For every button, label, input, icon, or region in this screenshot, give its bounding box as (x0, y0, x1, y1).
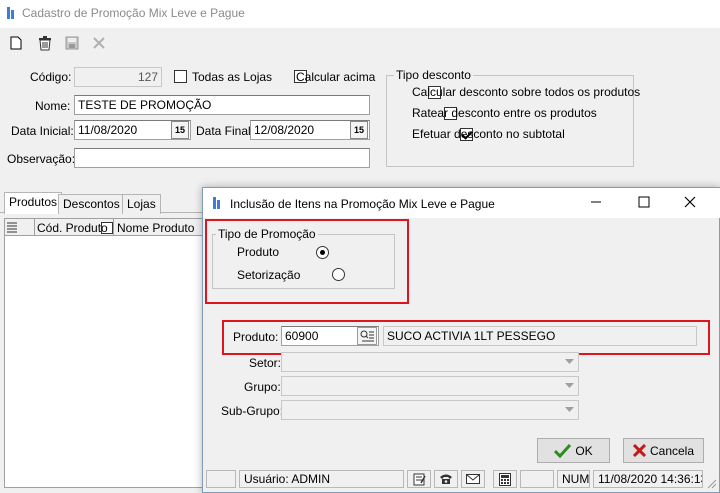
dialog-app-icon (213, 197, 220, 209)
data-final-label: Data Final: (196, 124, 255, 138)
calcular-acima-label: Calcular acima (296, 70, 376, 84)
grid-col-divider (113, 219, 114, 236)
close-x-icon (632, 444, 646, 457)
calculator-icon (499, 472, 511, 486)
produto-radio-label: Produto (237, 245, 280, 259)
main-window-title: Cadastro de Promoção Mix Leve e Pague (22, 6, 245, 20)
chevron-down-icon (565, 383, 574, 388)
tab-produtos[interactable]: Produtos (4, 192, 63, 214)
calendar-icon: 15 (174, 125, 185, 135)
data-inicial-label: Data Inicial: (11, 124, 74, 138)
chevron-down-icon (565, 359, 574, 364)
setorizacao-radio-label: Setorização (237, 268, 301, 282)
nome-label: Nome: (35, 99, 71, 113)
notepad-icon (413, 473, 426, 485)
cancel-toolbar-button[interactable] (89, 33, 109, 53)
data-final-value: 12/08/2020 (254, 123, 315, 137)
mail-icon (466, 474, 480, 484)
data-inicial-calendar-button[interactable]: 15 (171, 121, 189, 139)
observacao-field[interactable] (74, 148, 370, 168)
grid-col-divider (34, 219, 35, 236)
new-icon (10, 36, 22, 50)
subgrupo-combo[interactable] (281, 400, 579, 420)
ok-button[interactable]: OK (537, 438, 610, 463)
save-icon (65, 36, 79, 50)
ratear-desconto-label: Ratear desconto entre os produtos (412, 106, 597, 120)
codigo-label: Código: (30, 70, 72, 84)
grupo-combo[interactable] (281, 376, 579, 396)
tipo-desconto-title: Tipo desconto (394, 68, 473, 82)
calcular-todos-label: Calcular desconto sobre todos os produto… (412, 85, 641, 99)
produto-radio[interactable] (316, 246, 330, 259)
grupo-label: Grupo: (244, 380, 281, 394)
status-usuario: Usuário: ADMIN (239, 470, 404, 488)
tab-descontos[interactable]: Descontos (58, 194, 125, 214)
tipo-promocao-title: Tipo de Promoção (216, 227, 318, 241)
efetuar-subtotal-label: Efetuar desconto no subtotal (412, 127, 565, 141)
minimize-icon[interactable] (590, 196, 602, 208)
status-datetime: 11/08/2020 14:36:13... (593, 470, 703, 488)
status-cell-blank (206, 470, 236, 488)
nome-field[interactable]: TESTE DE PROMOÇÃO (74, 95, 370, 115)
grid-header-codigo[interactable]: Cód. Produto (37, 221, 108, 235)
main-title-bar: Cadastro de Promoção Mix Leve e Pague (0, 0, 720, 28)
resize-grip-icon[interactable] (706, 478, 717, 489)
status-num: NUM (557, 470, 590, 488)
subgrupo-dropdown-button[interactable] (562, 402, 577, 418)
calendar-icon: 15 (353, 125, 364, 135)
ok-label: OK (575, 443, 593, 458)
produto-code-value: 60900 (285, 329, 319, 343)
maximize-icon[interactable] (638, 196, 650, 208)
codigo-field[interactable]: 127 (74, 67, 162, 87)
status-phone-button[interactable] (434, 470, 458, 488)
save-button[interactable] (62, 33, 82, 53)
tab-lojas[interactable]: Lojas (122, 194, 161, 214)
grupo-dropdown-button[interactable] (562, 378, 577, 394)
delete-button[interactable] (35, 33, 55, 53)
produto-label: Produto: (233, 330, 279, 344)
subgrupo-label: Sub-Grupo: (221, 404, 284, 418)
data-inicial-value: 11/08/2020 (78, 123, 138, 137)
cancel-label: Cancela (649, 443, 695, 458)
observacao-label: Observação: (7, 152, 76, 166)
cancel-icon (93, 37, 105, 49)
status-calculator-button[interactable] (493, 470, 517, 488)
grid-header-nome[interactable]: Nome Produto (117, 221, 194, 235)
close-icon[interactable] (684, 196, 696, 208)
produto-description-field: SUCO ACTIVIA 1LT PESSEGO (383, 326, 697, 346)
grid-menu-icon[interactable] (7, 221, 17, 233)
data-final-calendar-button[interactable]: 15 (350, 121, 368, 139)
dialog-title: Inclusão de Itens na Promoção Mix Leve e… (230, 197, 495, 211)
chevron-down-icon (565, 407, 574, 412)
setor-combo[interactable] (281, 352, 579, 372)
todas-lojas-checkbox[interactable] (174, 70, 187, 83)
todas-lojas-label: Todas as Lojas (192, 70, 273, 84)
delete-icon (39, 35, 51, 50)
status-mail-button[interactable] (461, 470, 485, 488)
setor-dropdown-button[interactable] (562, 354, 577, 370)
phone-icon (440, 474, 452, 484)
new-button[interactable] (6, 33, 26, 53)
check-icon (554, 443, 572, 458)
produto-search-button[interactable] (357, 327, 377, 345)
setor-label: Setor: (249, 356, 282, 370)
status-notes-button[interactable] (407, 470, 431, 488)
status-cell-blank-2 (520, 470, 554, 488)
search-list-icon (360, 330, 374, 342)
cancel-button[interactable]: Cancela (623, 438, 704, 463)
app-icon (7, 7, 14, 19)
